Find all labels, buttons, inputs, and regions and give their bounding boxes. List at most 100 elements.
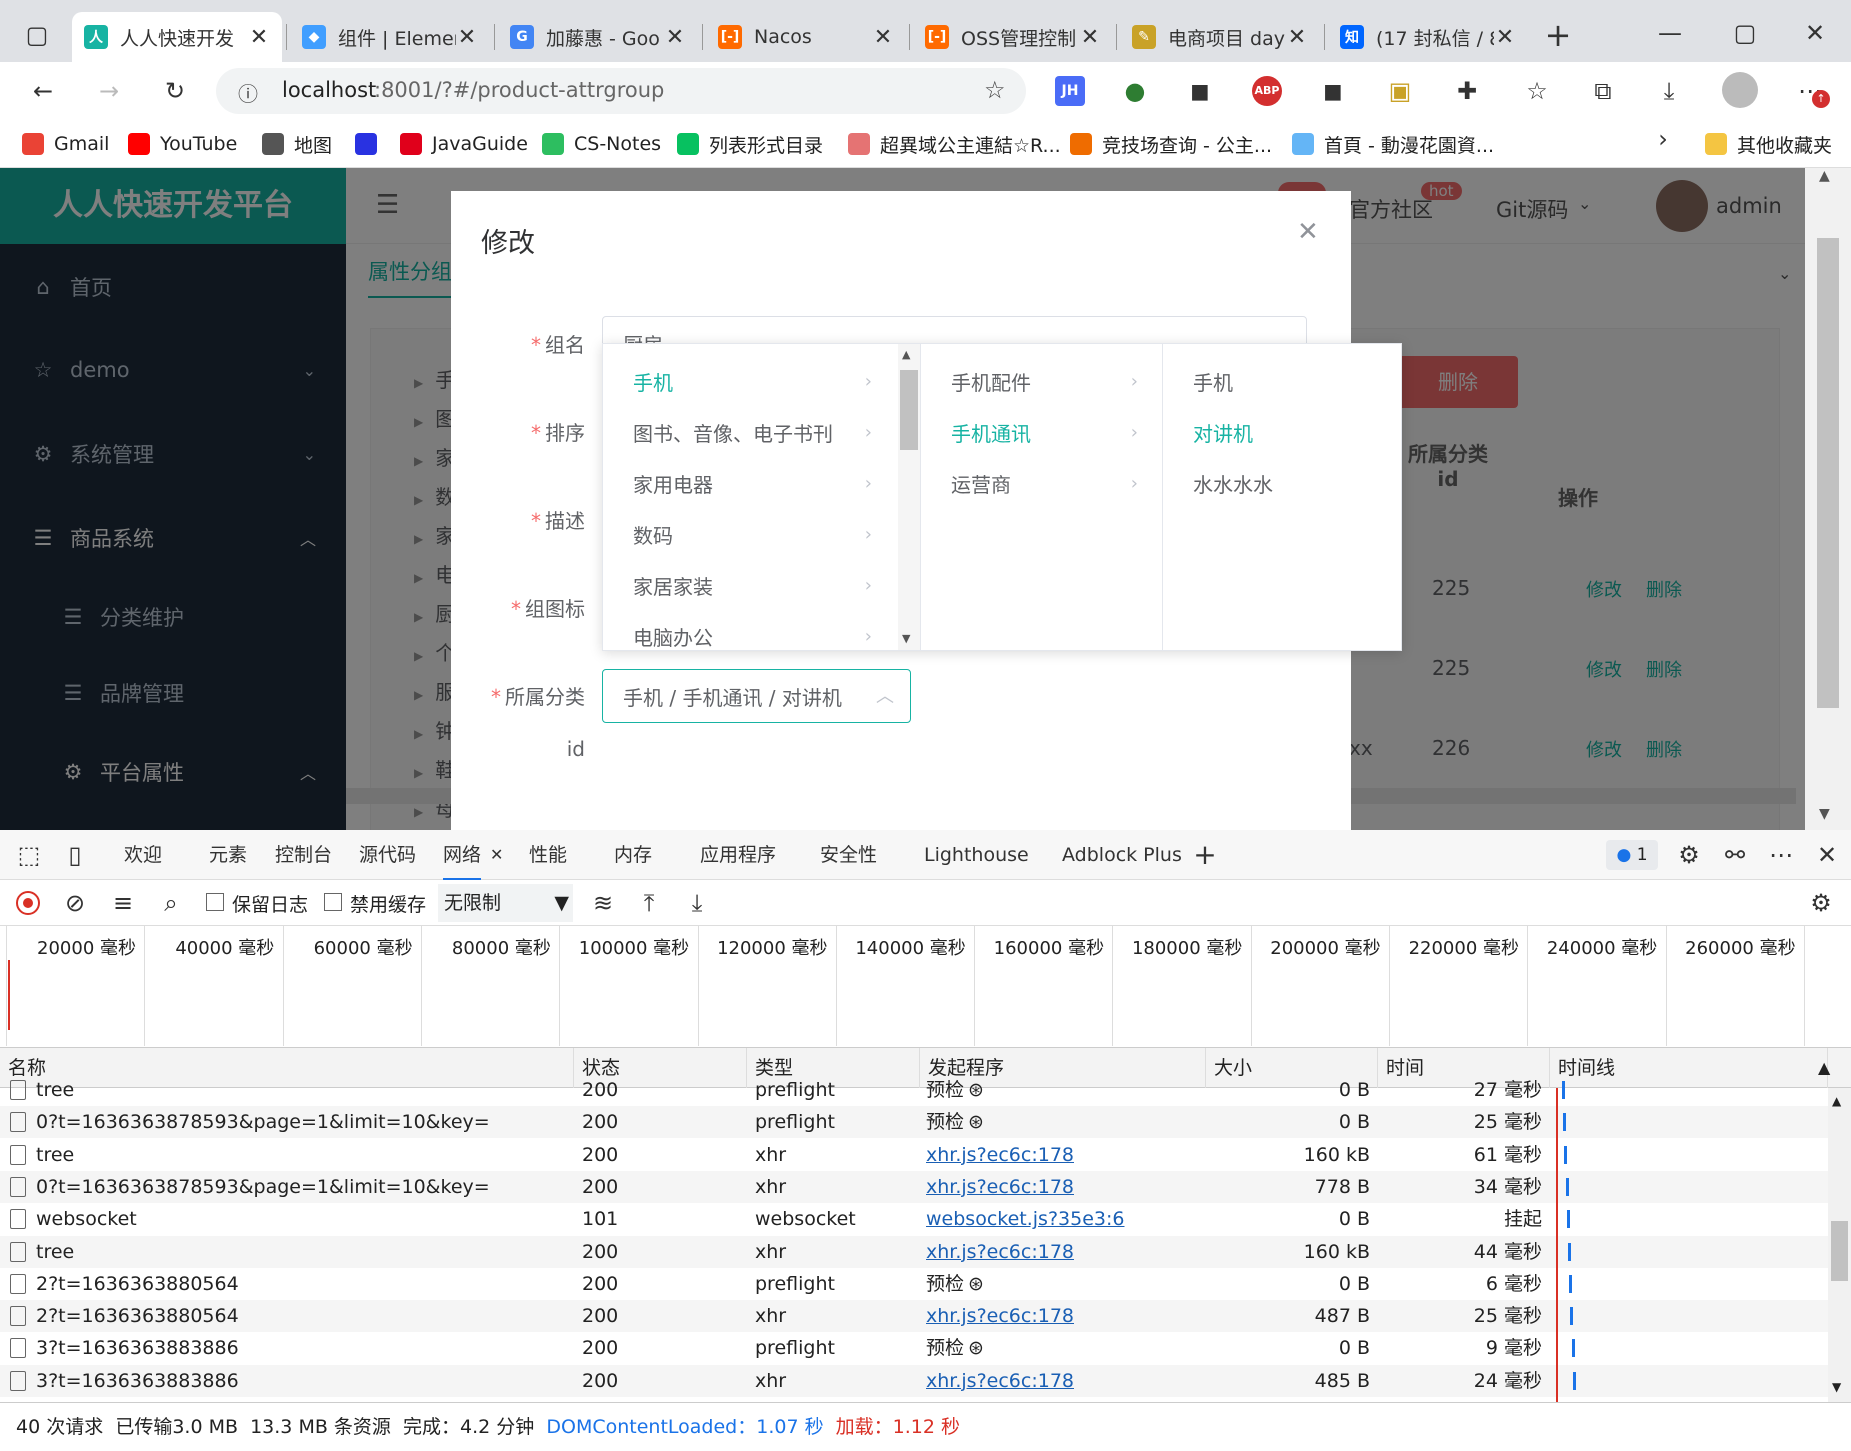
bookmark-item[interactable]: Gmail [22,122,109,166]
url-field[interactable]: ⓘ localhost :8001/?#/product-attrgroup ☆ [216,68,1026,114]
add-favorite-icon[interactable]: ☆ [984,76,1006,104]
devtools-tab[interactable]: Lighthouse [924,830,1029,880]
bookmark-item[interactable]: 竞技场查询 - 公主... [1070,122,1272,166]
close-tab-icon[interactable]: ✕ [1494,25,1516,50]
favorites-icon[interactable]: ☆ [1522,76,1552,106]
bookmark-item[interactable] [355,122,387,166]
throttle-select[interactable]: 无限制 ▼ [438,884,573,922]
devtools-tab[interactable]: Adblock Plus [1062,830,1182,880]
maximize-icon[interactable]: ▢ [1730,18,1760,48]
minimize-icon[interactable]: — [1655,18,1685,48]
import-har-icon[interactable]: ⤒ [634,888,664,918]
request-row[interactable]: 0?t=1636363878593&page=1&limit=10&key= 20… [0,1106,1828,1139]
cascader-option[interactable]: 对讲机 [1163,407,1401,458]
bookmark-item[interactable]: 列表形式目录 [677,122,823,166]
request-initiator[interactable]: xhr.js?ec6c:178 [926,1300,1196,1332]
browser-tab[interactable]: ◆ 组件 | Elemen ✕ [290,12,490,62]
abp-extension-icon[interactable]: ABP [1252,76,1282,106]
inspect-icon[interactable]: ⬚ [14,840,44,870]
network-conditions-icon[interactable]: ≋ [588,888,618,918]
browser-tab[interactable]: ✎ 电商项目 day ✕ [1120,12,1320,62]
jh-extension-icon[interactable]: JH [1055,76,1085,106]
request-row[interactable]: 0?t=1636363878593&page=1&limit=10&key= 20… [0,1170,1828,1203]
close-window-icon[interactable]: ✕ [1800,18,1830,48]
search-icon[interactable]: ⌕ [156,888,186,918]
devtools-tab[interactable]: 网络 [443,830,482,880]
browser-tab[interactable]: [-] Nacos ✕ [706,12,906,62]
scroll-down-icon[interactable]: ▼ [902,632,910,645]
cascader-option[interactable]: 手机通讯 › [921,407,1162,458]
back-icon[interactable]: ← [28,76,58,106]
table-scrollbar[interactable]: ▲ ▼ [1828,1088,1851,1402]
close-icon[interactable]: ✕ [1297,217,1319,247]
col1-scrollbar[interactable]: ▲ ▼ [898,344,920,650]
cascader-option[interactable]: 家用电器 › [603,458,920,509]
scroll-up-icon[interactable]: ▲ [902,348,910,361]
downloads-icon[interactable]: ⤓ [1654,76,1684,106]
devtools-tab[interactable]: 性能 [529,830,567,880]
cascader-option[interactable]: 运营商 › [921,458,1162,509]
globe-extension-icon[interactable]: ● [1120,76,1150,106]
page-scrollbar[interactable]: ▲ ▼ [1805,168,1851,830]
bookmark-item[interactable]: YouTube [128,122,237,166]
cascader-option[interactable]: 手机配件 › [921,356,1162,407]
devtools-tab[interactable]: 元素 [209,830,247,880]
request-row[interactable]: 3?t=1636363883886 200 preflight 预检 ⊛ 0 B 9 毫秒 [0,1332,1828,1364]
browser-tab[interactable]: 知 (17 封私信 / 8 ✕ [1328,12,1528,62]
device-emulation-icon[interactable]: ▯ [60,840,90,870]
close-devtools-icon[interactable]: ✕ [1812,840,1842,870]
preserve-log-checkbox[interactable] [206,893,224,911]
clear-icon[interactable]: ⊘ [60,888,90,918]
devtools-tab[interactable]: 控制台 [275,830,332,880]
request-initiator[interactable]: xhr.js?ec6c:178 [926,1365,1196,1397]
scroll-down-icon[interactable]: ▼ [1819,806,1830,822]
cascader-option[interactable]: 家居家装 › [603,560,920,611]
bookmark-item[interactable]: JavaGuide [400,122,528,166]
scroll-up-icon[interactable]: ▲ [1832,1094,1841,1108]
request-row[interactable]: tree 200 xhr xhr.js?ec6c:178 160 kB 44 毫秒 [0,1235,1828,1268]
filter-icon[interactable]: ≡ [108,888,138,918]
close-tab-icon[interactable]: ✕ [248,25,270,50]
cascader-option[interactable]: 水水水水 [1163,458,1401,509]
close-tab-icon[interactable]: ✕ [456,25,478,50]
scroll-down-icon[interactable]: ▼ [1832,1380,1841,1394]
devtools-tab[interactable]: 应用程序 [700,830,776,880]
category-cascader[interactable]: 手机 / 手机通讯 / 对讲机 ︿ [602,669,911,723]
request-row[interactable]: websocket 101 websocket websocket.js?35e3:6… [0,1203,1828,1235]
cascader-option[interactable]: 手机 [1163,356,1401,407]
record-icon[interactable] [16,891,40,915]
collections-icon[interactable]: ⧉ [1588,76,1618,106]
request-row[interactable]: tree 200 xhr xhr.js?ec6c:178 160 kB 61 毫秒 [0,1139,1828,1171]
new-tab-icon[interactable]: + [1543,19,1573,51]
reload-icon[interactable]: ↻ [160,76,190,106]
cascader-option[interactable]: 手机 › [603,356,920,407]
scroll-up-icon[interactable]: ▲ [1819,168,1830,184]
close-tab-icon[interactable]: ✕ [664,25,686,50]
settings-gear-icon[interactable]: ⚙ [1674,840,1704,870]
request-initiator[interactable]: xhr.js?ec6c:178 [926,1236,1196,1268]
request-row[interactable]: 3?t=1636363883886 200 xhr xhr.js?ec6c:178 48… [0,1364,1828,1397]
tab-actions-icon[interactable]: ▢ [22,20,52,50]
scroll-thumb[interactable] [1817,238,1839,708]
bookmark-item[interactable]: CS-Notes [542,122,661,166]
devtools-tab[interactable]: 欢迎 [124,830,162,880]
cascader-option[interactable]: 数码 › [603,509,920,560]
bookmark-item[interactable]: 超異域公主連結☆R... [848,122,1061,166]
request-initiator[interactable]: xhr.js?ec6c:178 [926,1139,1196,1171]
network-settings-icon[interactable]: ⚙ [1806,888,1836,918]
extensions-puzzle-icon[interactable]: ✚ [1452,76,1482,106]
browser-tab[interactable]: 人人人快速开发 ✕ [72,12,282,62]
request-initiator[interactable]: xhr.js?ec6c:178 [926,1171,1196,1203]
request-row[interactable]: 2?t=1636363880564 200 xhr xhr.js?ec6c:178 48… [0,1300,1828,1333]
table-scroll-thumb[interactable] [1831,1221,1848,1281]
close-tab-icon[interactable]: ✕ [1286,25,1308,50]
profile-avatar[interactable] [1722,72,1758,108]
connect-icon[interactable]: ⚯ [1720,840,1750,870]
devtools-tab[interactable]: 源代码 [359,830,416,880]
request-row[interactable]: 2?t=1636363880564 200 preflight 预检 ⊛ 0 B 6 毫秒 [0,1268,1828,1300]
disable-cache-checkbox[interactable] [324,893,342,911]
chevron-right-icon[interactable]: › [1648,124,1678,154]
devtools-tab[interactable]: 内存 [614,830,652,880]
close-tab-icon[interactable]: ✕ [872,25,894,50]
bookmark-item[interactable]: 首頁 - 動漫花園資... [1292,122,1494,166]
